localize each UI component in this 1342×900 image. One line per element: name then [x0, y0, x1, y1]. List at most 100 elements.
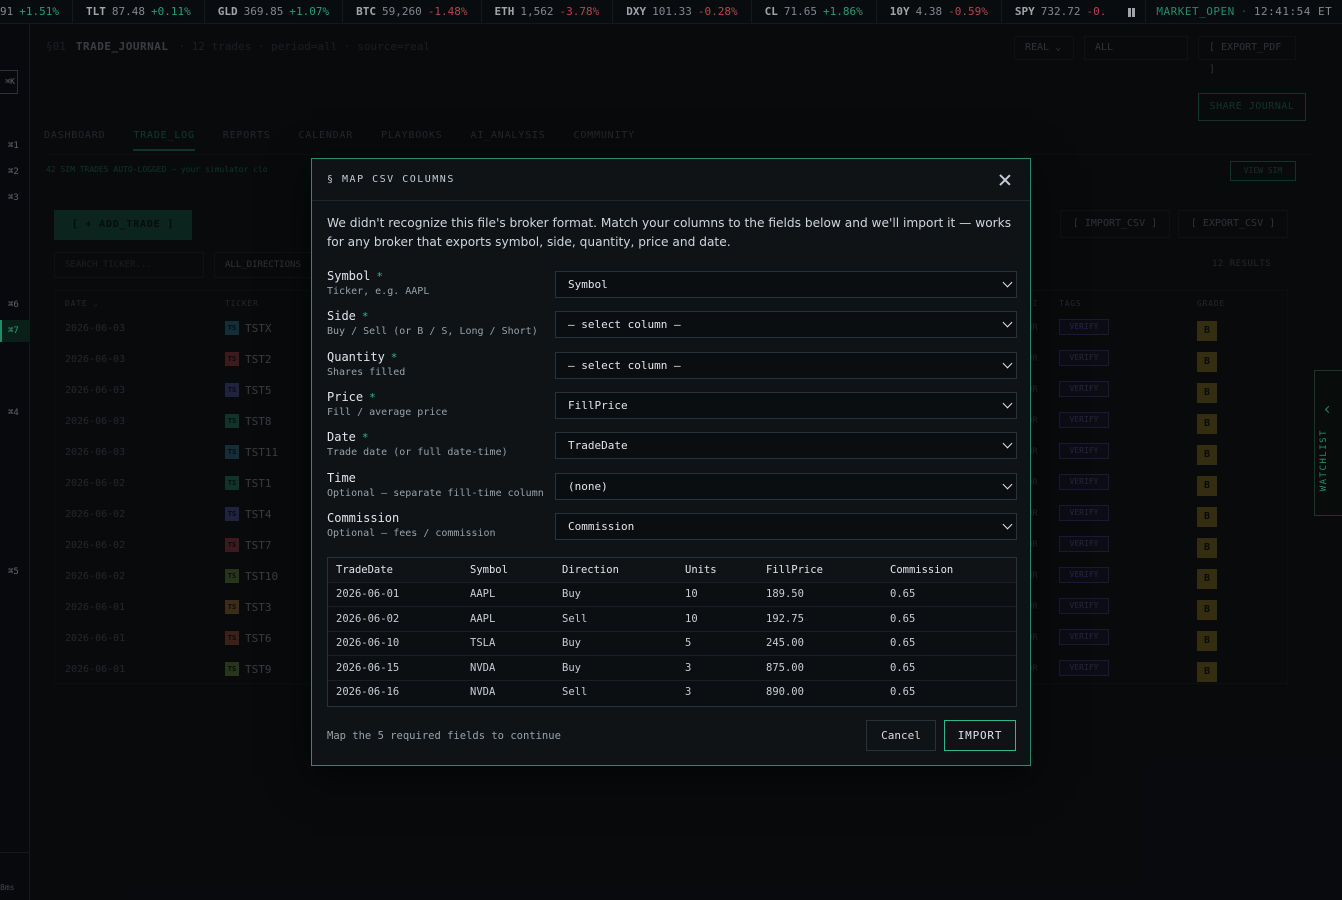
column-select-side[interactable]: — select column —: [555, 311, 1017, 339]
field-side: Side * Buy / Sell (or B / S, Long / Short)…: [327, 309, 1017, 345]
column-select-value: Commission: [568, 519, 635, 533]
preview-cell: 2026-06-10: [336, 637, 400, 650]
required-marker: *: [361, 431, 369, 445]
preview-cell: NVDA: [470, 661, 496, 674]
field-name: Time: [327, 470, 356, 485]
field-date: Date * Trade date (or full date-time) Trade…: [327, 430, 1017, 466]
preview-cell: 2026-06-01: [336, 588, 400, 600]
modal-title: § MAP CSV COLUMNS: [327, 174, 455, 185]
chevron-down-icon: [1002, 317, 1013, 328]
preview-cell: 2026-06-16: [336, 686, 400, 699]
preview-row: 2026-06-10 TSLA Buy 5 245.00 0.65: [328, 631, 1016, 657]
field-label: Date *: [327, 430, 369, 444]
preview-cell: 0.65: [890, 588, 916, 600]
preview-row: 2026-06-16 NVDA Sell 3 890.00 0.65: [328, 680, 1016, 705]
column-select-commission[interactable]: Commission: [555, 512, 1017, 540]
footer-status: Map the 5 required fields to continue: [327, 730, 561, 742]
field-name: Commission: [327, 510, 400, 525]
preview-cell: Buy: [562, 661, 581, 674]
field-name: Quantity: [327, 349, 385, 364]
preview-cell: 875.00: [766, 661, 804, 674]
preview-cell: 0.65: [890, 686, 916, 699]
field-commission: Commission Optional — fees / commission Co…: [327, 511, 1017, 547]
field-hint: Shares filled: [327, 366, 406, 378]
field-name: Price: [327, 389, 364, 404]
preview-cell: 2026-06-02: [336, 612, 400, 625]
preview-cell: TSLA: [470, 637, 496, 650]
chevron-down-icon: [1002, 277, 1013, 288]
field-name: Side: [327, 309, 356, 324]
required-marker: *: [361, 310, 369, 324]
column-select-value: Symbol: [568, 278, 608, 291]
preview-cell: 0.65: [890, 637, 916, 650]
preview-cell: Sell: [562, 686, 588, 699]
map-csv-modal: § MAP CSV COLUMNS We didn't recognize th…: [311, 158, 1031, 766]
column-select-value: — select column —: [568, 358, 681, 372]
preview-cell: AAPL: [470, 588, 496, 600]
preview-cell: 0.65: [890, 661, 916, 674]
chevron-down-icon: [1002, 479, 1013, 489]
preview-cell: AAPL: [470, 612, 496, 625]
preview-cell: 890.00: [766, 686, 804, 699]
column-select-symbol[interactable]: Symbol: [555, 271, 1017, 298]
preview-cell: 0.65: [890, 612, 916, 625]
column-select-value: FillPrice: [568, 398, 628, 412]
field-name: Symbol: [327, 269, 371, 283]
chevron-down-icon: [1002, 438, 1013, 449]
field-hint: Fill / average price: [327, 406, 448, 418]
field-label: Commission: [327, 511, 399, 525]
field-time: Time Optional — separate fill-time column…: [327, 471, 1017, 507]
preview-cell: 10: [685, 588, 698, 600]
preview-cell: NVDA: [470, 686, 496, 699]
preview-cell: 5: [685, 637, 692, 650]
column-select-value: (none): [568, 479, 608, 493]
required-marker: *: [390, 350, 398, 364]
field-symbol: Symbol * Ticker, e.g. AAPL Symbol: [327, 269, 1017, 305]
field-hint: Optional — separate fill-time column: [327, 487, 544, 499]
modal-description: We didn't recognize this file's broker f…: [327, 216, 1012, 249]
preview-cell: 2026-06-15: [336, 661, 400, 674]
column-select-value: TradeDate: [568, 439, 628, 453]
field-label: Side *: [327, 309, 369, 323]
preview-cell: 3: [685, 686, 692, 699]
cancel-button[interactable]: Cancel: [866, 720, 936, 751]
column-select-price[interactable]: FillPrice: [555, 391, 1017, 419]
field-label: Symbol *: [327, 269, 383, 283]
preview-row: 2026-06-02 AAPL Sell 10 192.75 0.65: [328, 607, 1016, 632]
column-select-date[interactable]: TradeDate: [555, 432, 1017, 460]
field-hint: Ticker, e.g. AAPL: [327, 286, 430, 297]
required-marker: *: [376, 270, 383, 283]
column-select-time[interactable]: (none): [555, 472, 1017, 500]
preview-cell: Sell: [562, 612, 588, 625]
field-hint: Trade date (or full date-time): [327, 447, 508, 459]
preview-header-cell: TradeDate: [336, 564, 393, 576]
chevron-down-icon: [1002, 358, 1013, 369]
preview-cell: 245.00: [766, 637, 804, 650]
preview-header-cell: Symbol: [470, 564, 508, 576]
close-icon[interactable]: [996, 171, 1014, 189]
column-select-value: — select column —: [568, 318, 681, 332]
preview-row: 2026-06-01 AAPL Buy 10 189.50 0.65: [328, 582, 1016, 607]
field-price: Price * Fill / average price FillPrice: [327, 390, 1017, 426]
field-hint: Buy / Sell (or B / S, Long / Short): [327, 326, 538, 338]
preview-cell: 192.75: [766, 612, 804, 625]
field-label: Price *: [327, 390, 376, 404]
preview-cell: 189.50: [766, 588, 804, 600]
chevron-down-icon: [1002, 519, 1013, 530]
preview-row: 2026-06-15 NVDA Buy 3 875.00 0.65: [328, 656, 1016, 681]
field-name: Date: [327, 430, 356, 445]
modal-header: § MAP CSV COLUMNS: [312, 159, 1030, 201]
import-button[interactable]: IMPORT: [944, 720, 1016, 751]
field-label: Quantity *: [327, 350, 397, 364]
csv-preview-table: TradeDate Symbol Direction Units FillPrice Co…: [327, 557, 1017, 707]
preview-cell: Buy: [562, 637, 581, 650]
preview-header-cell: Units: [685, 564, 717, 576]
field-label: Time: [327, 471, 356, 485]
chevron-down-icon: [1002, 398, 1013, 409]
preview-header-row: TradeDate Symbol Direction Units FillPrice Co…: [328, 558, 1016, 583]
preview-cell: Buy: [562, 588, 581, 600]
preview-header-cell: Commission: [890, 564, 954, 576]
preview-header-cell: Direction: [562, 564, 619, 576]
column-select-quantity[interactable]: — select column —: [555, 351, 1017, 379]
field-quantity: Quantity * Shares filled — select column —: [327, 350, 1017, 386]
